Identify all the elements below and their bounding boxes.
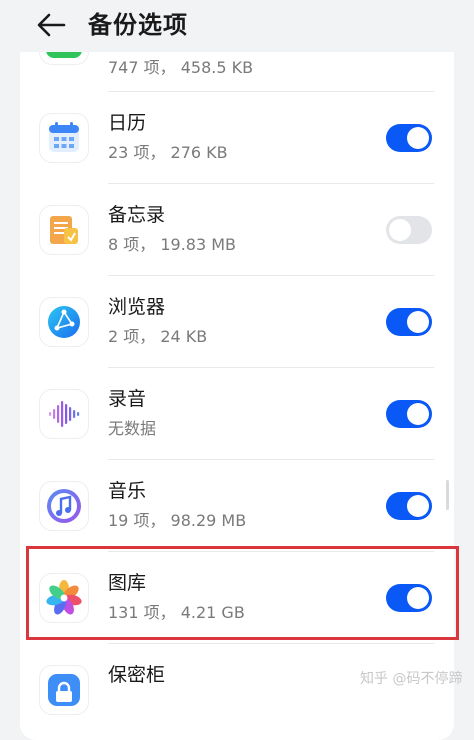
browser-globe-icon xyxy=(40,298,88,346)
item-detail: 无数据 xyxy=(108,419,157,438)
list-item-recorder[interactable]: 录音 无数据 xyxy=(20,368,454,460)
item-detail: 747 项， 458.5 KB xyxy=(108,58,254,77)
list-item-browser[interactable]: 浏览器 2 项， 24 KB xyxy=(20,276,454,368)
toggle-knob xyxy=(389,219,411,241)
music-note-icon xyxy=(40,482,88,530)
item-detail: 19 项， 98.29 MB xyxy=(108,511,247,530)
item-detail: 8 项， 19.83 MB xyxy=(108,235,237,254)
scrollbar[interactable] xyxy=(446,480,449,510)
toggle-knob xyxy=(407,311,429,333)
toggle-recorder[interactable] xyxy=(386,400,432,428)
item-detail: 23 项， 276 KB xyxy=(108,143,228,162)
toggle-knob xyxy=(407,495,429,517)
item-name: 音乐 xyxy=(108,480,147,502)
toggle-knob xyxy=(407,587,429,609)
page-title: 备份选项 xyxy=(88,11,188,39)
back-button[interactable] xyxy=(34,10,70,40)
arrow-left-icon xyxy=(37,13,66,37)
toggle-knob xyxy=(407,127,429,149)
header-bar: 备份选项 xyxy=(0,0,474,52)
sound-recorder-icon xyxy=(40,390,88,438)
toggle-music[interactable] xyxy=(386,492,432,520)
toggle-gallery[interactable] xyxy=(386,584,432,612)
item-name: 保密柜 xyxy=(108,664,166,686)
item-name: 图库 xyxy=(108,572,147,594)
list-item-calendar[interactable]: 日历 23 项， 276 KB xyxy=(20,92,454,184)
item-detail: 131 项， 4.21 GB xyxy=(108,603,245,622)
toggle-browser[interactable] xyxy=(386,308,432,336)
list-item-notepad[interactable]: 备忘录 8 项， 19.83 MB xyxy=(20,184,454,276)
item-name: 备忘录 xyxy=(108,204,166,226)
toggle-knob xyxy=(407,403,429,425)
gallery-flower-icon xyxy=(40,574,88,622)
item-detail: 2 项， 24 KB xyxy=(108,327,208,346)
list-item-gallery[interactable]: 图库 131 项， 4.21 GB xyxy=(20,552,454,644)
list-item-music[interactable]: 音乐 19 项， 98.29 MB xyxy=(20,460,454,552)
notepad-icon xyxy=(40,206,88,254)
calendar-icon xyxy=(40,114,88,162)
toggle-calendar[interactable] xyxy=(386,124,432,152)
safe-lock-icon xyxy=(40,666,88,714)
list-item-safe[interactable]: 保密柜 xyxy=(20,644,454,736)
watermark: 知乎 @码不停蹄 xyxy=(360,671,463,687)
item-name: 日历 xyxy=(108,112,147,134)
item-name: 录音 xyxy=(108,388,147,410)
toggle-notepad[interactable] xyxy=(386,216,432,244)
item-name: 浏览器 xyxy=(108,296,166,318)
